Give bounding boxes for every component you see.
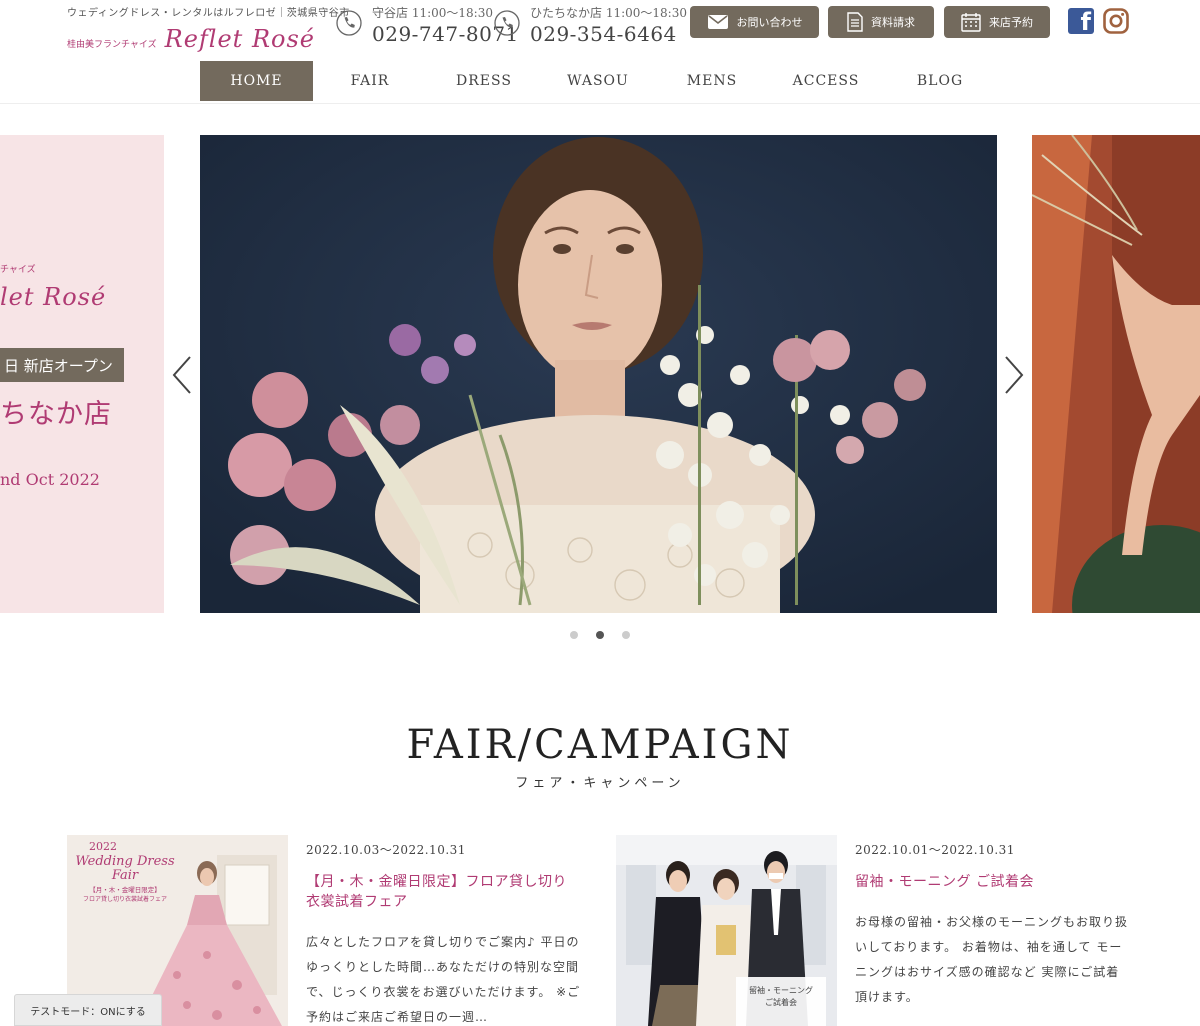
slider-dot-3[interactable] (622, 631, 630, 639)
nav-access[interactable]: ACCESS (769, 61, 883, 101)
campaign-date: 2022.10.01〜2022.10.31 (855, 843, 1015, 857)
section-title: FAIR/CAMPAIGN (406, 722, 794, 768)
calendar-icon (961, 13, 981, 32)
image-caption-subtitle: ご試着会 (765, 997, 797, 1007)
bride-with-flowers-photo (200, 135, 997, 613)
phone-icon (336, 10, 362, 36)
phone-icon (494, 10, 520, 36)
campaign-title[interactable]: 【月・木・金曜日限定】フロア貸し切り 衣裳試着フェア (306, 872, 581, 912)
brand-franchise: 桂由美フランチャイズ (67, 40, 157, 50)
hero-slider: チャイズ let Rosé 日 新店オープン ちなか店 nd Oct 2022 (0, 135, 1200, 613)
phone-moriya[interactable]: 守谷店 11:00〜18:30 029-747-8071 (336, 4, 519, 46)
kimono-morning-photo: 留袖・モーニング ご試着会 (616, 835, 837, 1026)
campaign-title-line: 留袖・モーニング ご試着会 (855, 874, 1034, 890)
section-subtitle: フェア・キャンペーン (515, 776, 685, 791)
slide-date: nd Oct 2022 (0, 470, 100, 489)
instagram-icon[interactable] (1103, 8, 1129, 34)
image-caption-subtitle: フロア貸し切り衣裳試着フェア (83, 895, 167, 903)
slide-open-badge: 日 新店オープン (0, 348, 124, 382)
image-caption-days: 【月・木・金曜日限定】 (89, 885, 161, 894)
image-caption-fair: Fair (111, 868, 139, 883)
phone-number[interactable]: 029-354-6464 (530, 22, 687, 46)
request-docs-button[interactable]: 資料請求 (828, 6, 934, 38)
slide-previous[interactable]: チャイズ let Rosé 日 新店オープン ちなか店 nd Oct 2022 (0, 135, 164, 613)
slide-current[interactable] (200, 135, 997, 613)
slide-franchise-text: チャイズ (0, 265, 36, 275)
campaign-title-line: 衣裳試着フェア (306, 894, 408, 910)
brand[interactable]: ウェディングドレス・レンタルはルフレロゼ｜茨城県守谷市 桂由美フランチャイズ R… (67, 4, 350, 53)
nav-dress[interactable]: DRESS (427, 61, 541, 101)
slider-dots (0, 631, 1200, 639)
image-caption-year: 2022 (89, 840, 117, 853)
image-caption-title: Wedding Dress (75, 854, 175, 869)
slide-store-name: ちなか店 (0, 399, 112, 430)
nav-blog[interactable]: BLOG (883, 61, 997, 101)
slider-next-arrow[interactable] (1002, 355, 1026, 395)
campaign-date: 2022.10.03〜2022.10.31 (306, 843, 466, 857)
main-nav: HOME FAIR DRESS WASOU MENS ACCESS BLOG (200, 61, 997, 101)
facebook-icon[interactable]: f (1068, 8, 1094, 34)
slider-dot-1[interactable] (570, 631, 578, 639)
contact-button[interactable]: お問い合わせ (690, 6, 819, 38)
campaign-title[interactable]: 留袖・モーニング ご試着会 (855, 872, 1130, 892)
campaign-description: お母様の留袖・お父様のモーニングもお取り扱いしております。 お着物は、袖を通して… (855, 915, 1129, 1004)
nav-fair[interactable]: FAIR (313, 61, 427, 101)
request-docs-label: 資料請求 (871, 16, 915, 29)
nav-wasou[interactable]: WASOU (541, 61, 655, 101)
phone-hitachinaka[interactable]: ひたちなか店 11:00〜18:30 029-354-6464 (494, 4, 687, 46)
slide-next[interactable] (1032, 135, 1200, 613)
campaign-card[interactable]: 留袖・モーニング ご試着会 2022.10.01〜2022.10.31 留袖・モ… (616, 835, 1136, 1026)
campaign-description: 広々としたフロアを貸し切りでご案内♪ 平日のゆっくりとした時間…あなただけの特別… (306, 935, 581, 1024)
bride-arm-photo (1032, 135, 1200, 613)
nav-home[interactable]: HOME (200, 61, 313, 101)
visit-reservation-button[interactable]: 来店予約 (944, 6, 1050, 38)
document-icon (847, 12, 863, 32)
slide-logo: let Rosé (0, 283, 107, 311)
contact-button-label: お問い合わせ (736, 16, 803, 29)
test-mode-toggle[interactable]: テストモード：ONにする (14, 994, 162, 1026)
slider-dot-2[interactable] (596, 631, 604, 639)
visit-reservation-label: 来店予約 (989, 16, 1033, 29)
phone-label: ひたちなか店 11:00〜18:30 (530, 6, 687, 20)
campaign-image[interactable]: 留袖・モーニング ご試着会 (616, 835, 837, 1026)
slider-prev-arrow[interactable] (170, 355, 194, 395)
image-caption-title: 留袖・モーニング (749, 985, 813, 995)
brand-tagline: ウェディングドレス・レンタルはルフレロゼ｜茨城県守谷市 (67, 8, 350, 19)
campaign-title-line: 【月・木・金曜日限定】フロア貸し切り (306, 874, 567, 890)
site-header: ウェディングドレス・レンタルはルフレロゼ｜茨城県守谷市 桂由美フランチャイズ R… (0, 0, 1200, 104)
nav-mens[interactable]: MENS (655, 61, 769, 101)
brand-logo[interactable]: Reflet Rosé (165, 25, 315, 53)
mail-icon (707, 15, 728, 29)
